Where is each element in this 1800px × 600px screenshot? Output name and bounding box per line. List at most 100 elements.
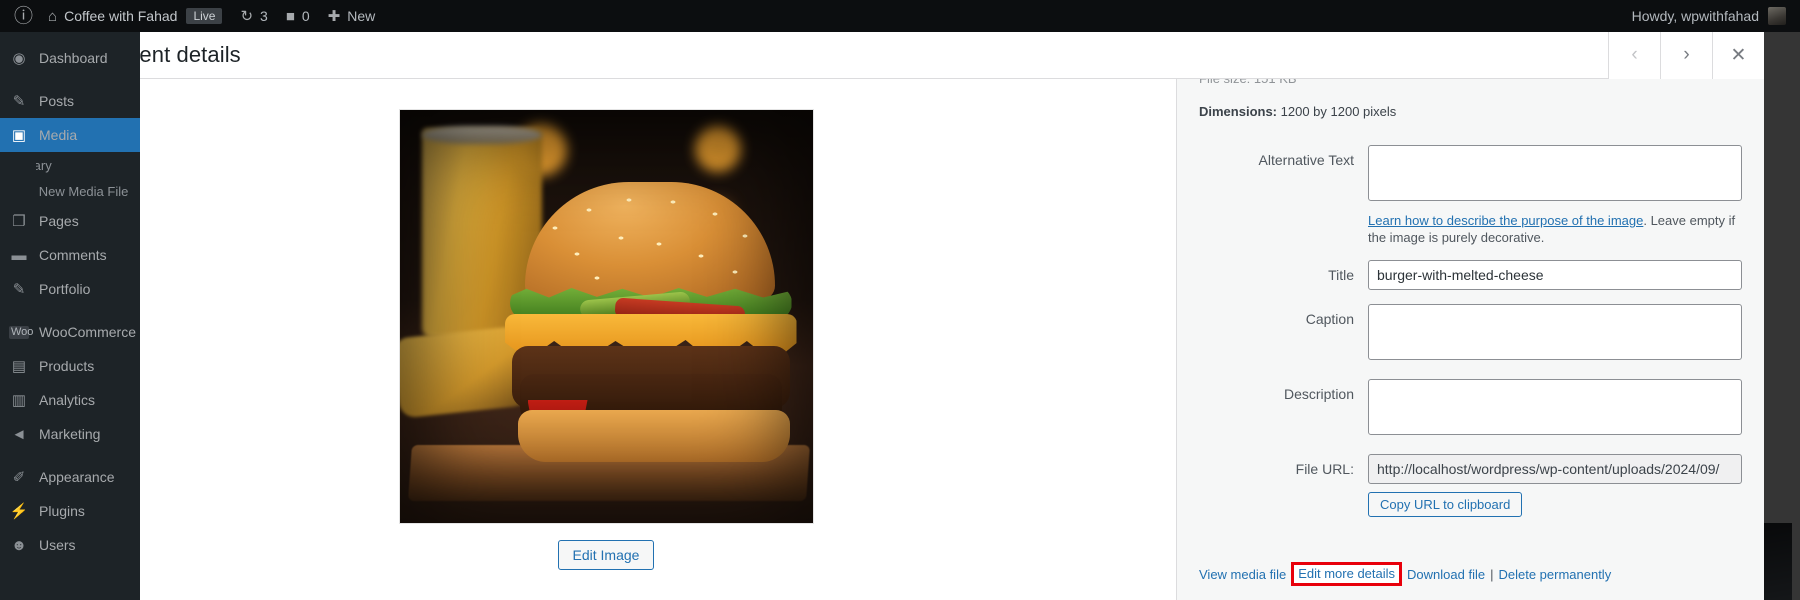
sidebar-strip-dashboard[interactable]: ◉	[0, 41, 36, 75]
file-size-line: File size: 151 KB	[1199, 79, 1742, 88]
sidebar-strip-media[interactable]: ▣	[0, 118, 36, 152]
sidebar-strip-pages[interactable]: ❐	[0, 204, 36, 238]
analytics-bars-icon: ▥	[11, 391, 27, 409]
alt-text-label: Alternative Text	[1258, 152, 1354, 168]
updates-icon: ↻	[240, 7, 254, 25]
edit-image-button[interactable]: Edit Image	[557, 540, 655, 570]
updates-count: 3	[260, 8, 268, 24]
edit-more-details-highlight: Edit more details	[1291, 562, 1403, 586]
avatar	[1768, 7, 1786, 25]
copy-url-to-clipboard-button[interactable]: Copy URL to clipboard	[1368, 492, 1523, 517]
sidebar-strip-add-new[interactable]	[0, 178, 36, 204]
new-content-menu[interactable]: ✚ New	[319, 0, 385, 32]
dimensions-line: Dimensions: 1200 by 1200 pixels	[1199, 102, 1742, 121]
attachment-details-modal: Attachment details ‹ › ✕ Edit Image Dime…	[36, 31, 1764, 600]
comments-icon: ■	[285, 7, 295, 25]
megaphone-icon: ◄	[11, 425, 27, 443]
media-icon: ▣	[11, 126, 27, 144]
my-account-menu[interactable]: Howdy, wpwithfahad	[1632, 7, 1800, 25]
sidebar-item-label: Analytics	[39, 392, 96, 408]
modal-header-buttons: ‹ › ✕	[1608, 31, 1764, 79]
alt-text-row: Alternative Text Learn how to describe t…	[1199, 145, 1742, 246]
sidebar-item-label: WooCommerce	[39, 324, 136, 340]
description-label: Description	[1283, 386, 1354, 402]
comment-bubble-icon: ▬	[11, 246, 27, 264]
sidebar-strip-users[interactable]: ☻	[0, 528, 36, 562]
attachment-details-pane: File size: 151 KB Dimensions: 1200 by 12…	[1176, 79, 1764, 600]
chevron-left-icon[interactable]: ‹	[1608, 31, 1660, 79]
sidebar-strip-analytics[interactable]: ▥	[0, 383, 36, 417]
learn-how-link[interactable]: Learn how to describe the purpose of the…	[1368, 213, 1643, 228]
woo-icon: Woo	[9, 325, 34, 339]
pin-icon: ✎	[12, 280, 26, 298]
sidebar-item-label: Media	[39, 127, 78, 143]
alt-text-input[interactable]	[1368, 145, 1742, 201]
description-input[interactable]	[1368, 379, 1742, 435]
new-label: New	[347, 8, 376, 24]
title-label: Title	[1328, 267, 1354, 283]
sidebar-strip-posts[interactable]: ✎	[0, 84, 36, 118]
attachment-image-preview	[398, 109, 814, 524]
alt-text-help: Learn how to describe the purpose of the…	[1368, 212, 1742, 246]
site-name-label: Coffee with Fahad	[64, 8, 178, 24]
description-row: Description	[1199, 379, 1742, 440]
user-icon: ☻	[11, 536, 27, 554]
site-name-menu[interactable]: ⌂ Coffee with Fahad Live	[39, 0, 231, 32]
sidebar-item-label: Plugins	[39, 503, 85, 519]
howdy-label: Howdy, wpwithfahad	[1631, 8, 1759, 24]
plug-icon: ⚡	[9, 502, 29, 520]
attachment-actions: View media file Edit more details Downlo…	[1199, 553, 1759, 586]
caption-label: Caption	[1305, 311, 1354, 327]
updates-menu[interactable]: ↻ 3	[231, 0, 276, 32]
sidebar-item-label: Users	[39, 537, 76, 553]
sidebar-strip-products[interactable]: ▤	[0, 349, 36, 383]
sidebar-item-label: Comments	[39, 247, 107, 263]
sidebar-item-label: Posts	[39, 93, 75, 109]
file-url-label: File URL:	[1295, 461, 1354, 477]
products-icon: ▤	[11, 357, 27, 375]
comments-count: 0	[301, 8, 310, 24]
admin-bar: ⓘ ⌂ Coffee with Fahad Live ↻ 3 ■ 0 ✚ New…	[0, 0, 1800, 32]
sidebar-strip-woocommerce[interactable]: Woo	[0, 315, 36, 349]
title-row: Title	[1199, 260, 1742, 290]
dashboard-icon: ◉	[12, 49, 26, 67]
sidebar-item-label: Portfolio	[39, 281, 91, 297]
file-url-row: File URL: Copy URL to clipboard	[1199, 454, 1742, 517]
modal-header: Attachment details ‹ › ✕	[36, 31, 1764, 79]
caption-row: Caption	[1199, 304, 1742, 365]
dimensions-value: 1200 by 1200 pixels	[1280, 104, 1397, 119]
pages-icon: ❐	[12, 212, 26, 230]
sidebar-item-label: Pages	[39, 213, 79, 229]
sidebar-strip-portfolio[interactable]: ✎	[0, 272, 36, 306]
download-file-link[interactable]: Download file	[1407, 567, 1485, 582]
modal-body: Edit Image File size: 151 KB Dimensions:…	[36, 79, 1764, 600]
sidebar-item-label: Marketing	[39, 426, 101, 442]
view-media-file-link[interactable]: View media file	[1199, 567, 1286, 582]
title-input[interactable]	[1368, 260, 1742, 290]
plus-icon: ✚	[327, 7, 341, 25]
delete-permanently-link[interactable]: Delete permanently	[1498, 567, 1611, 582]
attachment-preview-pane: Edit Image	[36, 79, 1176, 600]
wordpress-logo-icon[interactable]: ⓘ	[0, 7, 39, 26]
sidebar-item-label: Products	[39, 358, 95, 374]
edit-more-details-link[interactable]: Edit more details	[1298, 566, 1395, 581]
live-badge[interactable]: Live	[186, 8, 223, 24]
caption-input[interactable]	[1368, 304, 1742, 360]
chevron-right-icon[interactable]: ›	[1660, 31, 1712, 79]
sidebar-item-label: Appearance	[39, 469, 115, 485]
dimensions-label: Dimensions:	[1199, 104, 1278, 119]
sidebar-strip-appearance[interactable]: ✐	[0, 460, 36, 494]
sidebar-strip-library[interactable]	[0, 152, 36, 178]
action-separator: |	[1490, 566, 1494, 582]
close-x-icon[interactable]: ✕	[1712, 31, 1764, 79]
home-icon: ⌂	[48, 7, 58, 25]
paintbrush-icon: ✐	[12, 468, 26, 486]
sidebar-item-label: Dashboard	[39, 50, 108, 66]
file-url-input[interactable]	[1368, 454, 1742, 484]
pin-icon: ✎	[12, 92, 26, 110]
admin-menu-strip: ◉ ✎ ▣ ❐ ▬ ✎ Woo ▤ ▥ ◄ ✐ ⚡ ☻	[0, 32, 36, 600]
sidebar-strip-plugins[interactable]: ⚡	[0, 494, 36, 528]
sidebar-strip-comments[interactable]: ▬	[0, 238, 36, 272]
comments-menu[interactable]: ■ 0	[277, 0, 319, 32]
sidebar-strip-marketing[interactable]: ◄	[0, 417, 36, 451]
